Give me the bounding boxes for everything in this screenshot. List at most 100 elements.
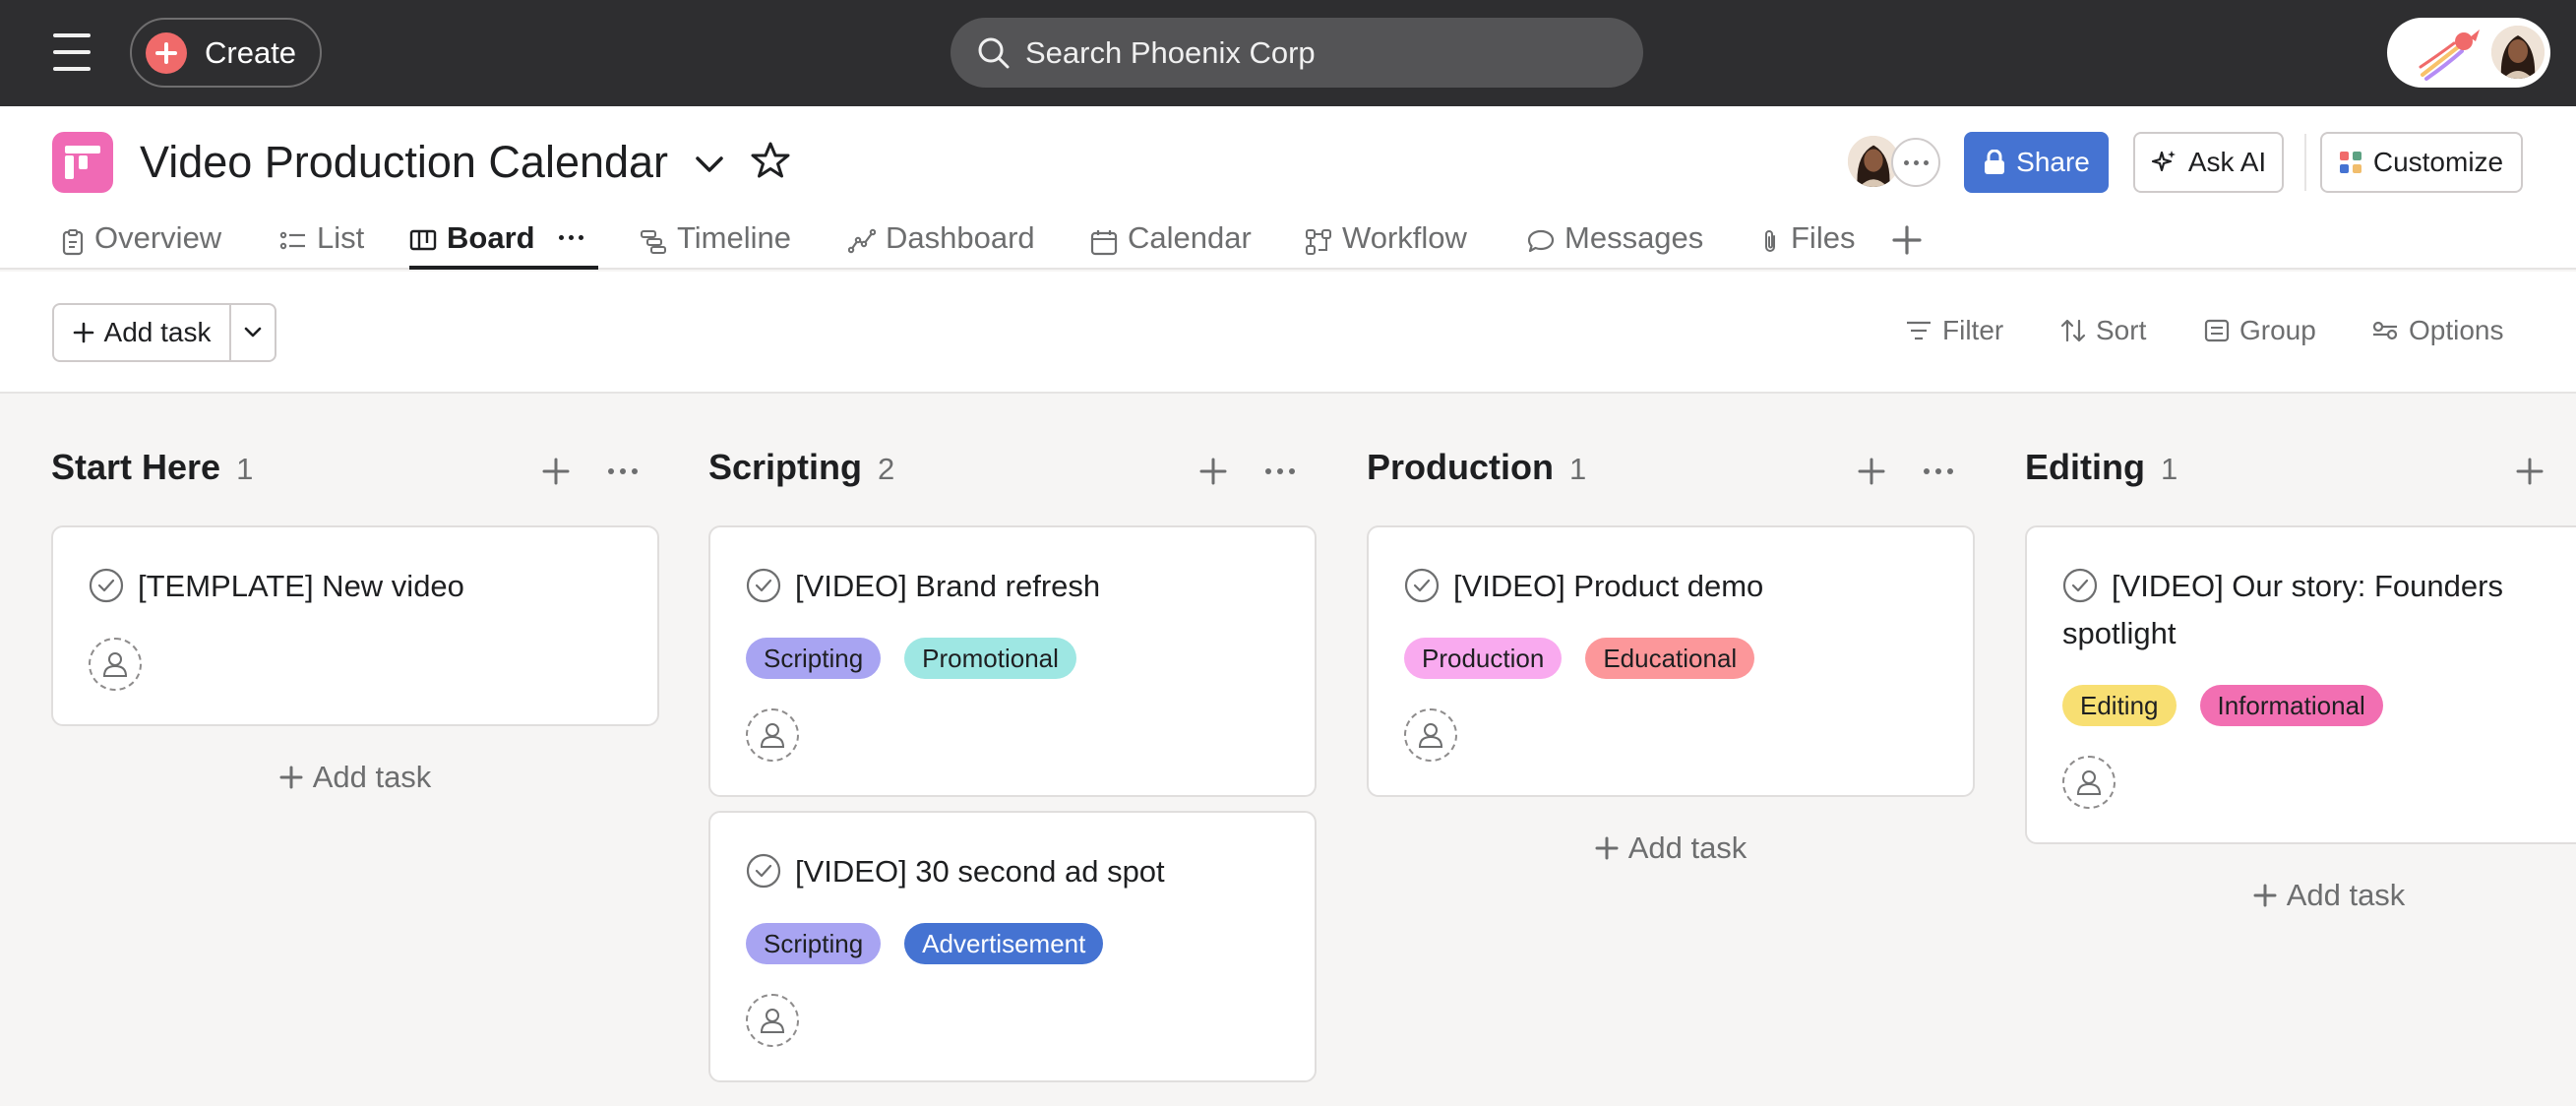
tag-editing[interactable]: Editing [2062, 685, 2177, 726]
task-card[interactable]: [TEMPLATE] New video [51, 525, 659, 726]
task-title: [VIDEO] Product demo [1404, 563, 1955, 610]
check-circle-icon[interactable] [89, 568, 124, 603]
assignee-placeholder[interactable] [89, 638, 142, 691]
tab-overview[interactable]: Overview [61, 220, 221, 270]
task-card[interactable]: [VIDEO] Our story: Founders spotlight Ed… [2025, 525, 2576, 844]
tag-scripting[interactable]: Scripting [746, 638, 882, 679]
search-icon [978, 37, 1010, 68]
sort-label: Sort [2096, 315, 2147, 345]
column-more-icon[interactable] [1265, 468, 1295, 474]
add-tab-plus-icon[interactable] [1891, 224, 1923, 256]
customize-grid-icon [2339, 152, 2361, 173]
task-title: [VIDEO] 30 second ad spot [746, 848, 1297, 895]
tag-advertisement[interactable]: Advertisement [904, 923, 1104, 964]
column-title[interactable]: Start Here 1 [51, 447, 253, 488]
customize-button[interactable]: Customize [2320, 132, 2523, 193]
avatar [2491, 26, 2545, 79]
tab-files[interactable]: Files [1759, 220, 1855, 270]
user-icon [102, 652, 128, 677]
add-task-label: Add task [103, 317, 212, 347]
task-card[interactable]: [VIDEO] Product demo Production Educatio… [1367, 525, 1975, 797]
tag-list: Scripting Promotional [746, 638, 1076, 679]
top-bar: Create Search Phoenix Corp [0, 0, 2576, 106]
tab-list[interactable]: List [279, 220, 364, 270]
task-card[interactable]: [VIDEO] Brand refresh Scripting Promotio… [708, 525, 1317, 797]
add-task-button[interactable]: Add task [54, 305, 231, 360]
tag-scripting[interactable]: Scripting [746, 923, 882, 964]
sparkle-icon [2151, 151, 2176, 172]
sort-icon [2060, 319, 2086, 342]
check-circle-icon[interactable] [746, 568, 781, 603]
share-button[interactable]: Share [1964, 132, 2109, 193]
column-title[interactable]: Scripting 2 [708, 447, 894, 488]
sort-button[interactable]: Sort [2060, 315, 2146, 346]
star-icon[interactable] [750, 140, 791, 181]
task-title: [VIDEO] Our story: Founders spotlight [2062, 568, 2503, 650]
check-circle-icon[interactable] [1404, 568, 1440, 603]
tab-dashboard[interactable]: Dashboard [848, 220, 1035, 270]
tab-more-icon[interactable] [558, 235, 583, 240]
assignee-placeholder[interactable] [1404, 708, 1457, 762]
tab-label: Files [1791, 220, 1856, 255]
plus-icon [2253, 884, 2277, 907]
tab-messages[interactable]: Messages [1527, 220, 1703, 270]
assignee-placeholder[interactable] [746, 994, 799, 1047]
task-card[interactable]: [VIDEO] 30 second ad spot Scripting Adve… [708, 811, 1317, 1082]
page-title[interactable]: Video Production Calendar [140, 137, 668, 188]
customize-label: Customize [2372, 147, 2504, 177]
column-add-task-button[interactable]: Add task [2025, 878, 2576, 913]
more-members-button[interactable] [1891, 138, 1940, 187]
filter-icon [1907, 321, 1931, 340]
check-circle-icon[interactable] [2062, 568, 2098, 603]
filter-label: Filter [1942, 315, 2004, 345]
column-more-icon[interactable] [1924, 468, 1953, 474]
plus-icon [1595, 836, 1619, 860]
tag-educational[interactable]: Educational [1585, 638, 1755, 679]
column-title[interactable]: Production 1 [1367, 447, 1586, 488]
add-task-plus-icon[interactable] [1857, 457, 1886, 486]
hamburger-menu-icon[interactable] [53, 33, 91, 71]
search-input[interactable]: Search Phoenix Corp [951, 18, 1643, 88]
assignee-placeholder[interactable] [746, 708, 799, 762]
search-placeholder: Search Phoenix Corp [1025, 34, 1316, 70]
tab-label: Overview [94, 220, 222, 255]
options-label: Options [2409, 315, 2504, 345]
add-task-plus-icon[interactable] [2515, 457, 2545, 486]
task-title: [TEMPLATE] New video [89, 563, 640, 610]
tab-board[interactable]: Board [409, 220, 598, 270]
add-task-plus-icon[interactable] [541, 457, 571, 486]
tab-label: Board [447, 220, 535, 255]
create-button[interactable]: Create [130, 18, 322, 88]
column-add-task-button[interactable]: Add task [51, 760, 659, 795]
tab-calendar[interactable]: Calendar [1090, 220, 1252, 270]
tag-promotional[interactable]: Promotional [904, 638, 1076, 679]
tab-timeline[interactable]: Timeline [640, 220, 791, 270]
tab-workflow[interactable]: Workflow [1305, 220, 1467, 270]
chevron-down-icon[interactable] [693, 150, 726, 179]
group-label: Group [2239, 315, 2316, 345]
column-more-icon[interactable] [608, 468, 638, 474]
add-task-plus-icon[interactable] [1198, 457, 1228, 486]
assignee-placeholder[interactable] [2062, 756, 2116, 809]
check-circle-icon[interactable] [746, 853, 781, 889]
column-title[interactable]: Editing 1 [2025, 447, 2177, 488]
board-toolbar: Add task Filter Sort Group Options [0, 272, 2576, 394]
filter-button[interactable]: Filter [1905, 315, 2003, 346]
ask-ai-button[interactable]: Ask AI [2133, 132, 2284, 193]
list-icon [279, 231, 305, 250]
project-board-icon[interactable] [52, 132, 113, 193]
profile-button[interactable] [2387, 18, 2550, 88]
tag-production[interactable]: Production [1404, 638, 1563, 679]
plus-icon [146, 31, 187, 74]
column-add-task-button[interactable]: Add task [1367, 830, 1975, 866]
add-task-dropdown[interactable] [231, 305, 275, 360]
options-button[interactable]: Options [2371, 315, 2504, 346]
tag-informational[interactable]: Informational [2199, 685, 2383, 726]
create-label: Create [205, 34, 297, 70]
tab-label: Workflow [1342, 220, 1467, 255]
column-header: Production 1 [1367, 447, 1975, 496]
user-icon [760, 723, 785, 748]
column-count: 2 [878, 452, 895, 486]
group-button[interactable]: Group [2204, 315, 2316, 346]
plus-icon [279, 766, 303, 789]
